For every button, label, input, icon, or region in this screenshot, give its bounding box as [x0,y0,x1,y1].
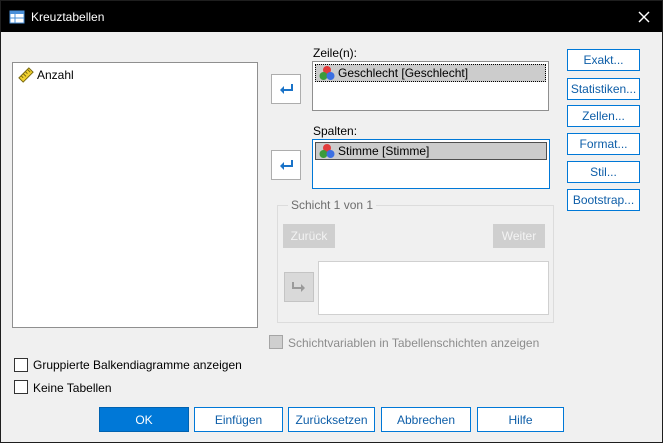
bootstrap-button[interactable]: Bootstrap... [567,189,640,211]
cells-button[interactable]: Zellen... [567,105,640,127]
exact-button[interactable]: Exakt... [567,49,640,71]
title-bar: Kreuztabellen [1,1,662,32]
columns-label: Spalten: [313,124,358,138]
source-variable-list[interactable]: Anzahl [12,62,258,328]
style-button[interactable]: Stil... [567,161,640,183]
list-item[interactable]: Stimme [Stimme] [315,142,547,160]
rows-list[interactable]: Geschlecht [Geschlecht] [312,61,549,111]
close-icon [638,11,650,22]
paste-button[interactable]: Einfügen [194,407,283,432]
clustered-bars-checkbox[interactable] [14,358,28,372]
rows-label: Zeile(n): [313,46,358,60]
arrow-right-icon [292,282,305,292]
list-item-label: Anzahl [37,68,74,82]
list-item-label: Stimme [Stimme] [338,144,430,158]
layer-list[interactable] [318,261,549,315]
cancel-button[interactable]: Abbrechen [381,407,471,432]
crosstabs-dialog: Kreuztabellen Anzahl Zeile(n): Geschlech… [0,0,663,443]
move-to-layer-button[interactable] [284,272,314,302]
layer-group: Schicht 1 von 1 Zurück Weiter [277,198,554,323]
list-item[interactable]: Geschlecht [Geschlecht] [315,64,546,82]
layer-group-title: Schicht 1 von 1 [288,198,377,212]
list-item-label: Geschlecht [Geschlecht] [338,66,469,80]
move-to-rows-button[interactable] [271,74,301,104]
clustered-bars-label: Gruppierte Balkendiagramme anzeigen [33,358,242,372]
statistics-button[interactable]: Statistiken... [567,78,640,100]
window-title: Kreuztabellen [31,10,105,24]
close-button[interactable] [626,1,662,32]
nominal-variable-icon [319,144,335,158]
crosstabs-icon [9,10,25,24]
layer-back-button[interactable]: Zurück [283,224,335,248]
columns-list[interactable]: Stimme [Stimme] [312,139,550,189]
ok-button[interactable]: OK [99,407,189,432]
reset-button[interactable]: Zurücksetzen [288,407,375,432]
layer-vars-checkbox[interactable] [269,335,283,349]
arrow-left-icon [280,84,293,94]
no-tables-label: Keine Tabellen [33,381,112,395]
nominal-variable-icon [319,66,335,80]
layer-next-button[interactable]: Weiter [493,224,545,248]
no-tables-checkbox[interactable] [14,380,28,394]
arrow-left-icon [280,160,293,170]
list-item[interactable]: Anzahl [18,66,74,84]
scale-variable-icon [18,67,34,83]
layer-vars-label: Schichtvariablen in Tabellenschichten an… [288,336,540,350]
move-to-columns-button[interactable] [271,150,301,180]
format-button[interactable]: Format... [567,133,640,155]
help-button[interactable]: Hilfe [477,407,564,432]
